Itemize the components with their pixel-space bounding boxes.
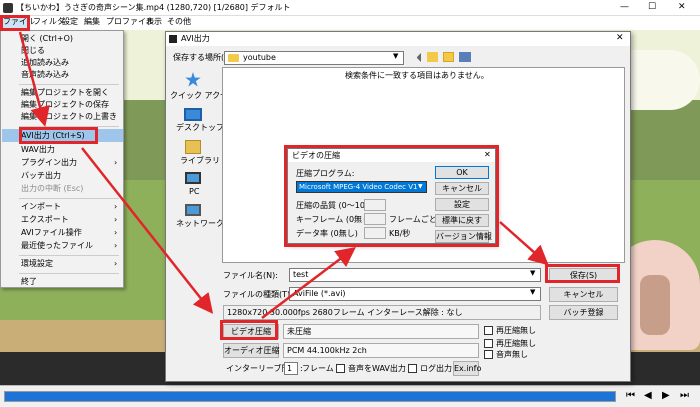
arrow-menu-to-avi — [18, 31, 50, 127]
arrow-avi-to-video-compress — [81, 147, 214, 314]
arrow-dialog-to-save — [499, 221, 549, 266]
annotation-arrows — [18, 31, 549, 319]
arrow-video-compress-to-dialog — [261, 246, 356, 319]
